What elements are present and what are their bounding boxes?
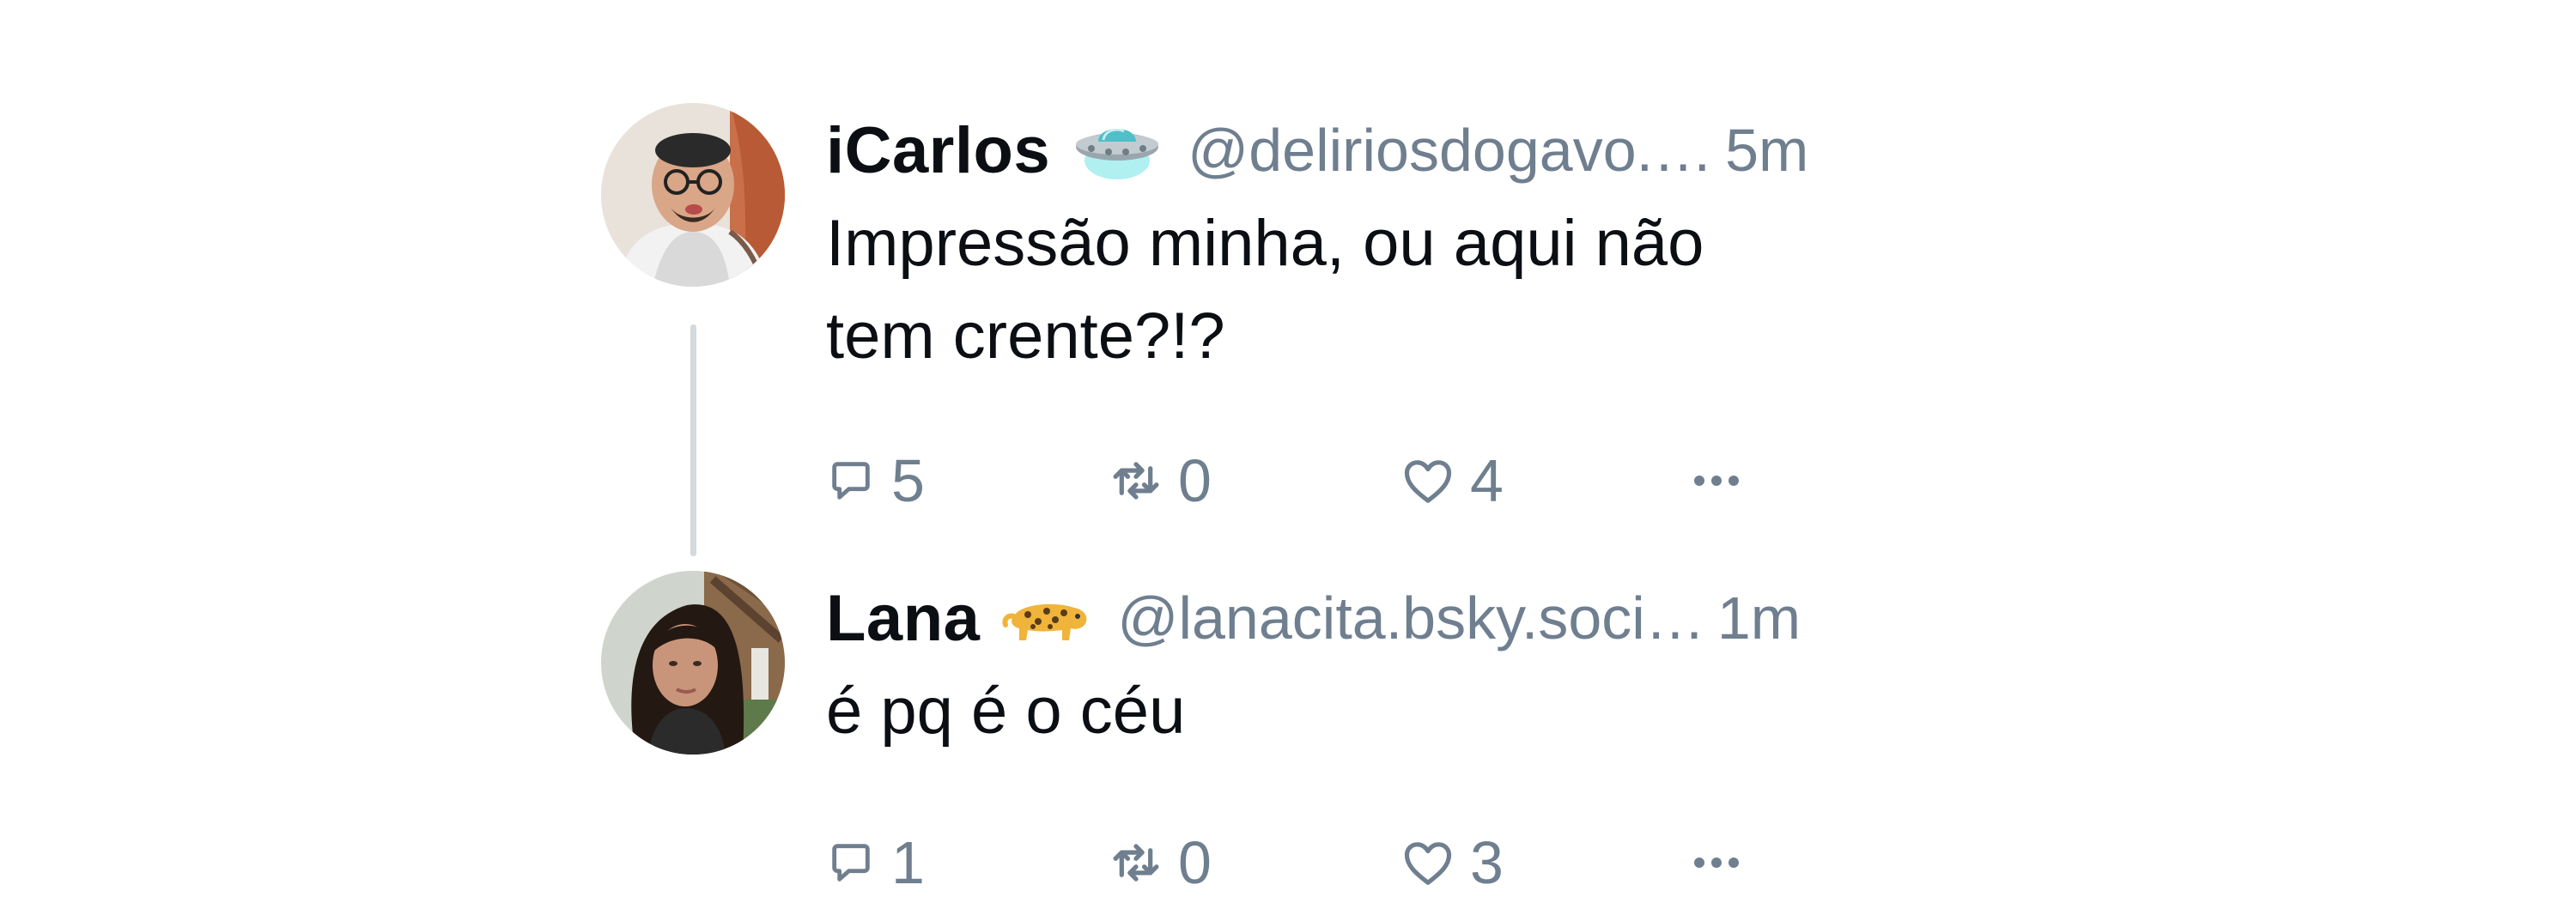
more-options-button[interactable] [1689, 472, 1775, 489]
flying-saucer-icon [1072, 116, 1162, 185]
post-timestamp[interactable]: 1m [1717, 584, 1801, 652]
repost-icon [1113, 462, 1159, 500]
post-thread: iCarlos @deliriosdogavo.… 5m Impressão m… [0, 0, 2576, 897]
reply-button[interactable]: 5 [826, 446, 1109, 515]
post-actions: 5 0 4 [826, 446, 1775, 515]
reply-icon [832, 462, 870, 500]
like-count: 4 [1470, 447, 1504, 514]
author-display-name[interactable]: Lana [826, 581, 980, 656]
post-content: Lana @lanacita.bsky.soci… 1m é pq é o cé… [826, 571, 1942, 897]
post-actions: 1 0 3 [826, 828, 1775, 897]
repost-icon [1113, 844, 1159, 882]
more-icon [1694, 858, 1739, 868]
post-header: Lana @lanacita.bsky.soci… 1m [826, 571, 1942, 665]
repost-count: 0 [1178, 829, 1212, 896]
post-text: é pq é o céu [826, 665, 1942, 758]
repost-button[interactable]: 0 [1109, 828, 1401, 897]
post-content: iCarlos @deliriosdogavo.… 5m Impressão m… [826, 103, 1942, 515]
repost-button[interactable]: 0 [1109, 446, 1401, 515]
author-handle[interactable]: @deliriosdogavo.… [1188, 116, 1713, 185]
leopard-icon [1002, 584, 1091, 652]
avatar[interactable] [601, 571, 785, 755]
like-button[interactable]: 3 [1401, 828, 1689, 897]
thread-connector-line [690, 324, 696, 556]
reply-icon [832, 844, 870, 882]
reply-button[interactable]: 1 [826, 828, 1109, 897]
avatar[interactable] [601, 103, 785, 287]
like-count: 3 [1470, 829, 1504, 896]
post-header: iCarlos @deliriosdogavo.… 5m [826, 103, 1942, 197]
author-handle[interactable]: @lanacita.bsky.soci… [1117, 584, 1704, 652]
post-timestamp[interactable]: 5m [1725, 116, 1808, 185]
reply-count: 1 [891, 829, 925, 896]
author-display-name[interactable]: iCarlos [826, 113, 1050, 188]
post-text: Impressão minha, ou aqui não tem crente?… [826, 197, 1942, 383]
post-text-line: tem crente?!? [826, 300, 1225, 373]
repost-count: 0 [1178, 447, 1212, 514]
like-button[interactable]: 4 [1401, 446, 1689, 515]
heart-icon [1404, 842, 1452, 885]
post-text-line: Impressão minha, ou aqui não [826, 207, 1704, 280]
reply-count: 5 [891, 447, 925, 514]
more-icon [1694, 476, 1739, 486]
heart-icon [1404, 460, 1452, 503]
more-options-button[interactable] [1689, 854, 1775, 871]
post-text-line: é pq é o céu [826, 675, 1186, 748]
